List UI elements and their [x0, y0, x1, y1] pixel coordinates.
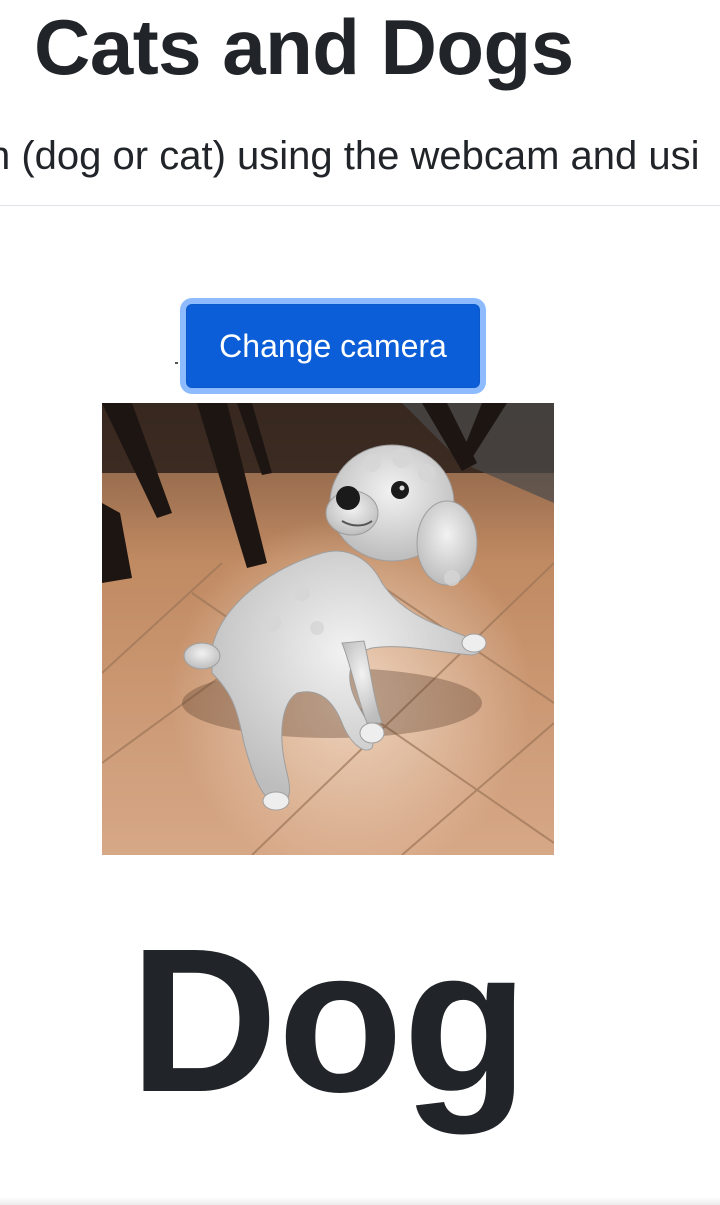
- webcam-image: [102, 403, 554, 855]
- webcam-feed: [102, 403, 554, 855]
- subtitle-container: n (dog or cat) using the webcam and usi: [0, 132, 720, 182]
- hidden-select-marker: [175, 362, 178, 364]
- bottom-edge: [0, 1197, 720, 1205]
- change-camera-button[interactable]: Change camera: [186, 304, 480, 388]
- prediction-label: Dog: [129, 906, 529, 1135]
- page-title: Cats and Dogs: [34, 3, 574, 91]
- page-subtitle: n (dog or cat) using the webcam and usi: [0, 134, 700, 178]
- header-divider: [0, 205, 720, 206]
